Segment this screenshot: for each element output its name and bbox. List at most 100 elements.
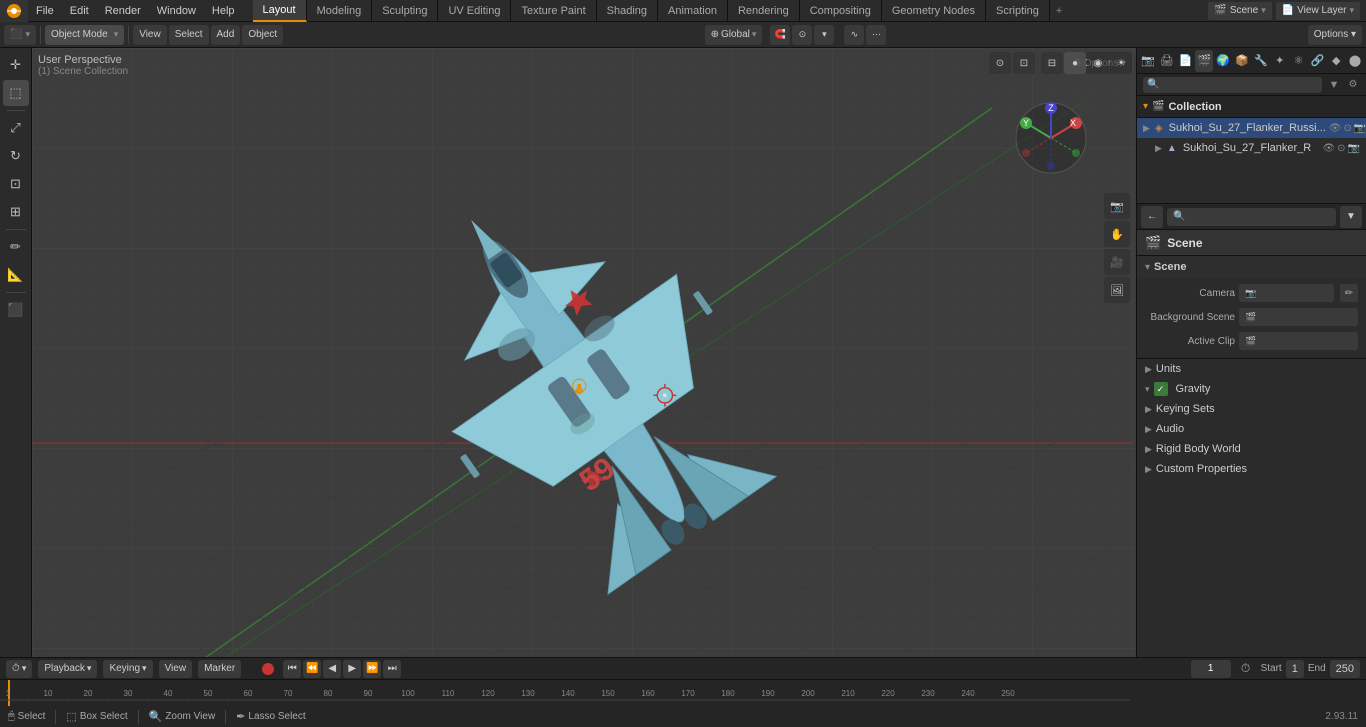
scene-selector[interactable]: 🎬 Scene ▾ — [1208, 2, 1271, 20]
something-btn2[interactable]: ⋯ — [866, 25, 886, 45]
play-forward[interactable]: ▶ — [343, 660, 361, 678]
outliner-search[interactable]: 🔍 — [1143, 77, 1322, 93]
prop-tab-scene[interactable]: 🎬 — [1195, 50, 1213, 72]
tab-compositing[interactable]: Compositing — [800, 0, 882, 22]
tab-modeling[interactable]: Modeling — [307, 0, 373, 22]
prop-tab-modifier[interactable]: 🔧 — [1252, 50, 1270, 72]
prop-tab-render[interactable]: 📷 — [1139, 50, 1157, 72]
prop-tab-object[interactable]: 📦 — [1233, 50, 1251, 72]
tab-add[interactable]: + — [1050, 5, 1068, 17]
status-zoom-view[interactable]: 🔍 Zoom View — [149, 710, 216, 723]
prop-tab-output[interactable]: 🖨 — [1158, 50, 1176, 72]
viewport-icon-1[interactable]: ⊙ — [1343, 123, 1351, 134]
record-button[interactable] — [259, 660, 277, 678]
prop-tab-world[interactable]: 🌍 — [1214, 50, 1232, 72]
navigation-gizmo[interactable]: X Y Z — [1011, 98, 1091, 181]
editor-type-menu[interactable]: ⬛ ▾ — [4, 25, 36, 45]
tab-uv-editing[interactable]: UV Editing — [438, 0, 511, 22]
prop-tab-view-layer[interactable]: 📄 — [1177, 50, 1195, 72]
transform-tool[interactable]: ⊞ — [3, 199, 29, 225]
current-frame-input[interactable]: 1 — [1191, 660, 1231, 678]
status-box-select[interactable]: ⬚ Box Select — [66, 710, 127, 723]
viewport-icon-2[interactable]: ⊙ — [1337, 143, 1345, 154]
material-preview[interactable]: ◉ — [1087, 52, 1109, 74]
jump-to-start[interactable]: ⏮ — [283, 660, 301, 678]
jump-to-end[interactable]: ⏭ — [383, 660, 401, 678]
properties-search[interactable]: 🔍 — [1167, 208, 1336, 226]
rotate-tool[interactable]: ↻ — [3, 143, 29, 169]
tab-layout[interactable]: Layout — [253, 0, 307, 22]
menu-help[interactable]: Help — [204, 0, 243, 22]
tab-geometry-nodes[interactable]: Geometry Nodes — [882, 0, 986, 22]
gravity-checkbox[interactable]: ✓ — [1154, 382, 1168, 396]
custom-props-collapsible[interactable]: ▶ Custom Properties — [1137, 459, 1366, 479]
playback-menu[interactable]: Playback ▾ — [38, 660, 97, 678]
cursor-tool[interactable]: ✛ — [3, 52, 29, 78]
active-clip-field[interactable]: 🎬 — [1239, 332, 1358, 350]
add-menu[interactable]: Add — [211, 25, 241, 45]
props-filter-btn[interactable]: ▼ — [1340, 206, 1362, 228]
outliner-row-flanker-mesh[interactable]: ▶ ▲ Sukhoi_Su_27_Flanker_R 👁 ⊙ 📷 — [1137, 138, 1366, 158]
camera-value-field[interactable]: 📷 — [1239, 284, 1334, 302]
select-menu[interactable]: Select — [169, 25, 209, 45]
render-icon-1[interactable]: 📷 — [1354, 123, 1366, 134]
scene-section-header[interactable]: ▾ Scene — [1137, 256, 1366, 278]
rendered-shading[interactable]: ☀ — [1110, 52, 1132, 74]
menu-window[interactable]: Window — [149, 0, 204, 22]
units-collapsible[interactable]: ▶ Units — [1137, 359, 1366, 379]
overlay-toggle[interactable]: ⊙ — [989, 52, 1011, 74]
visibility-icon-2[interactable]: 👁 — [1322, 143, 1335, 154]
viewport-3d[interactable]: 59 — [32, 48, 1136, 657]
prop-tab-physics[interactable]: ⚛ — [1290, 50, 1308, 72]
gravity-collapsible[interactable]: ▾ ✓ Gravity — [1137, 379, 1366, 399]
camera-edit-btn[interactable]: ✏ — [1340, 284, 1358, 302]
tab-shading[interactable]: Shading — [597, 0, 658, 22]
add-cube-tool[interactable]: ⬛ — [3, 297, 29, 323]
outliner-options[interactable]: ⚙ — [1346, 78, 1360, 92]
start-frame-input[interactable]: 1 — [1286, 660, 1304, 678]
something-btn[interactable]: ∿ — [844, 25, 864, 45]
proportional-edit[interactable]: ⊙ — [792, 25, 812, 45]
prop-tab-data[interactable]: ◆ — [1327, 50, 1345, 72]
keying-menu[interactable]: Keying ▾ — [103, 660, 152, 678]
move-tool[interactable]: ⤢ — [3, 115, 29, 141]
snap-toggle[interactable]: 🧲 — [770, 25, 790, 45]
scale-tool[interactable]: ⊡ — [3, 171, 29, 197]
view-layer-selector[interactable]: 📄 View Layer ▾ — [1276, 2, 1360, 20]
status-lasso-select[interactable]: ✒ Lasso Select — [236, 710, 305, 723]
tab-animation[interactable]: Animation — [658, 0, 728, 22]
view-menu[interactable]: View — [133, 25, 167, 45]
rigid-body-world-collapsible[interactable]: ▶ Rigid Body World — [1137, 439, 1366, 459]
tab-rendering[interactable]: Rendering — [728, 0, 800, 22]
view-menu-tl[interactable]: View — [159, 660, 193, 678]
prop-tab-material[interactable]: ⬤ — [1346, 50, 1364, 72]
annotate-tool[interactable]: ✏ — [3, 234, 29, 260]
background-scene-field[interactable]: 🎬 — [1239, 308, 1358, 326]
marker-menu[interactable]: Marker — [198, 660, 241, 678]
menu-edit[interactable]: Edit — [62, 0, 97, 22]
tab-texture-paint[interactable]: Texture Paint — [511, 0, 596, 22]
jump-forward[interactable]: ⏩ — [363, 660, 381, 678]
select-tool[interactable]: ⬚ — [3, 80, 29, 106]
tab-sculpting[interactable]: Sculpting — [372, 0, 438, 22]
timeline-ruler[interactable]: 1 10 20 30 40 50 60 70 80 90 100 110 120… — [0, 680, 1366, 706]
object-menu[interactable]: Object — [242, 25, 283, 45]
outliner-filter[interactable]: ▼ — [1326, 77, 1342, 93]
audio-collapsible[interactable]: ▶ Audio — [1137, 419, 1366, 439]
render-icon-btn[interactable]: 🖼 — [1104, 277, 1130, 303]
render-icon-2[interactable]: 📷 — [1348, 143, 1360, 154]
tab-scripting[interactable]: Scripting — [986, 0, 1050, 22]
props-back-btn[interactable]: ← — [1141, 206, 1163, 228]
menu-file[interactable]: File — [28, 0, 62, 22]
jump-back[interactable]: ⏪ — [303, 660, 321, 678]
keying-sets-collapsible[interactable]: ▶ Keying Sets — [1137, 399, 1366, 419]
transform-orientation[interactable]: ⊕ Global ▾ — [705, 25, 763, 45]
proportional-type[interactable]: ▾ — [814, 25, 834, 45]
play-reverse[interactable]: ◀ — [323, 660, 341, 678]
mode-selector[interactable]: Object Mode ▾ — [45, 25, 124, 45]
editor-type-tl[interactable]: ⏱ ▾ — [6, 660, 32, 678]
prop-tab-particles[interactable]: ✦ — [1271, 50, 1289, 72]
hand-tool-btn[interactable]: ✋ — [1104, 221, 1130, 247]
menu-render[interactable]: Render — [97, 0, 149, 22]
solid-shading[interactable]: ● — [1064, 52, 1086, 74]
